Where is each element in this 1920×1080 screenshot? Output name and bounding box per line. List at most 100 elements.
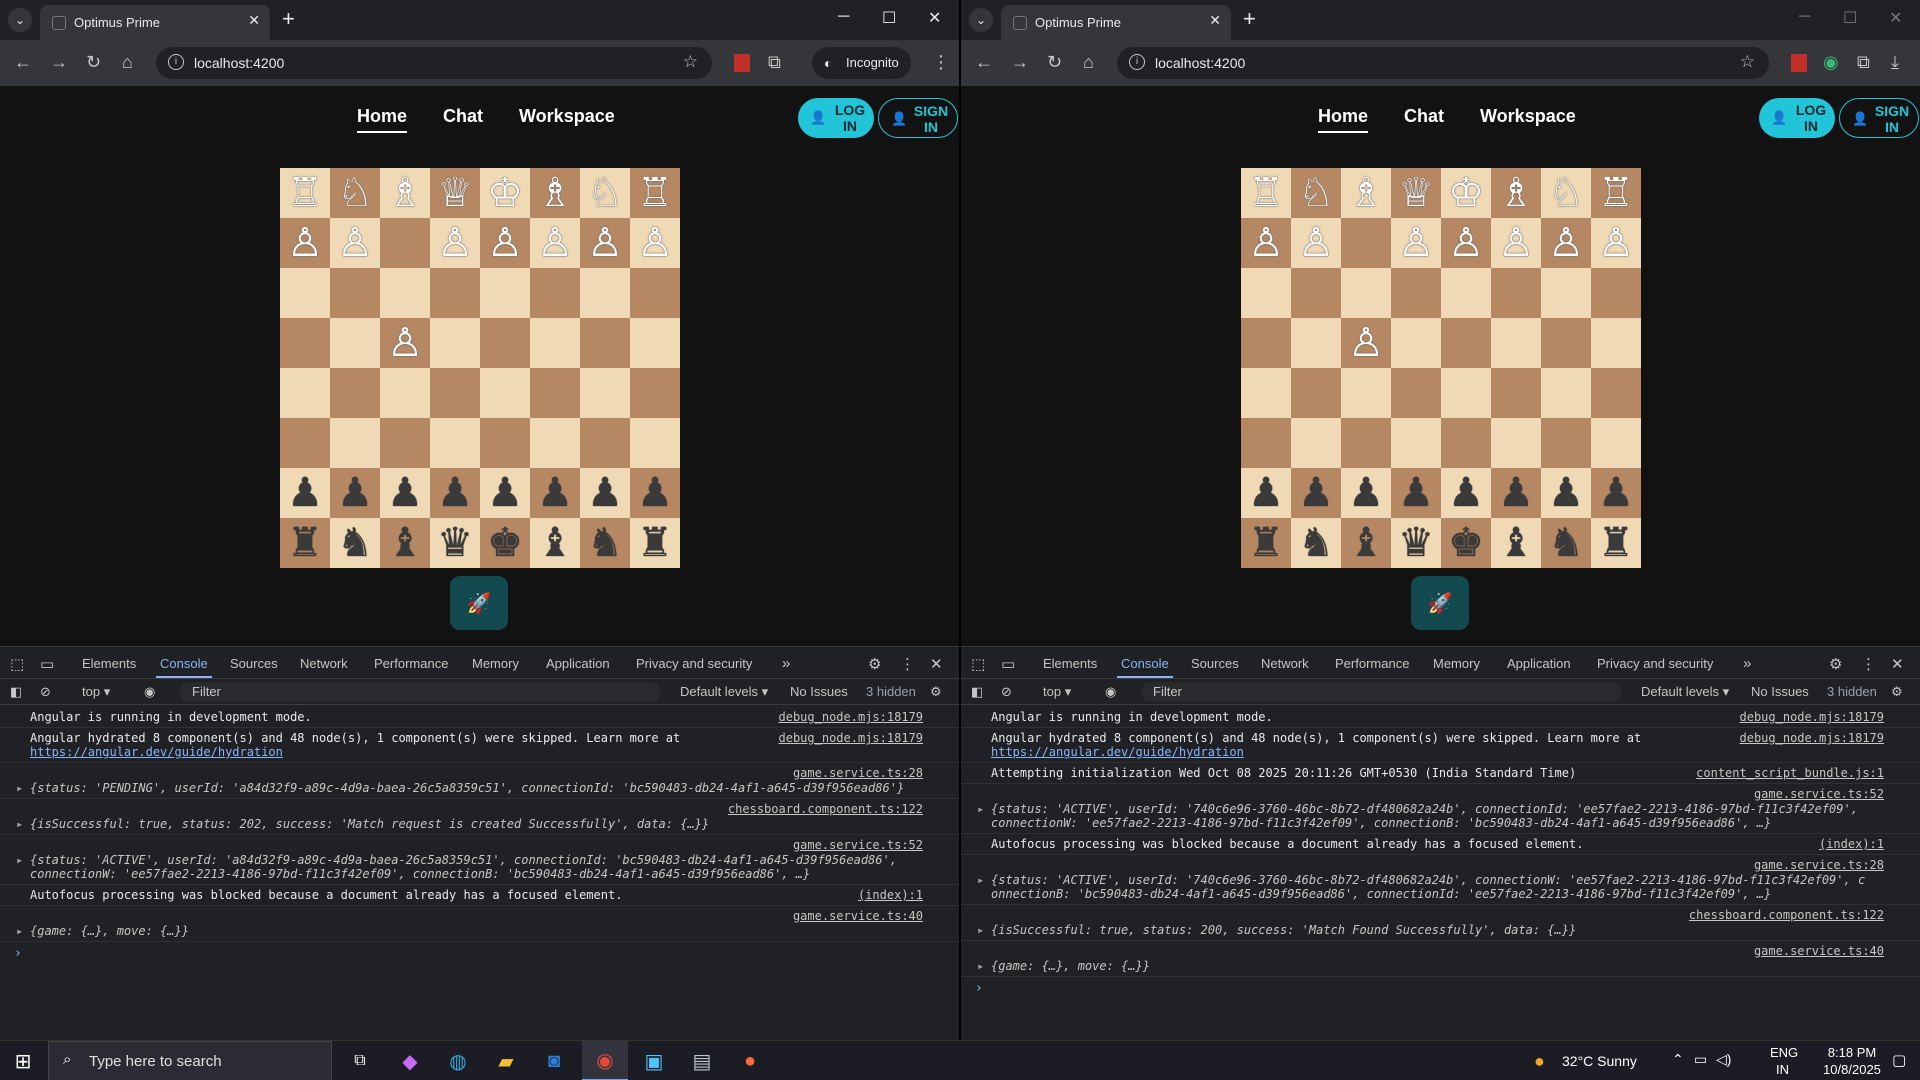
task-view-icon[interactable]: ⧉ <box>340 1041 380 1080</box>
taskbar-search[interactable]: ⌕ Type here to search <box>48 1041 332 1080</box>
board-square[interactable] <box>1491 268 1541 318</box>
clock-time[interactable]: 8:18 PM <box>1822 1045 1882 1060</box>
board-square[interactable] <box>1541 368 1591 418</box>
chessboard[interactable]: ♖ ♘ ♗ ♕ ♔ ♗ ♘ ♖ ♙ ♙ ♙ ♙ ♙ ♙ ♙ ♙ ♟ ♟ ♟ ♟ ♟ ♟ ♟ ♟ ♜ ♞ ♝ ♛ ♚ ♝ ♞ ♜ <box>1241 168 1641 568</box>
board-square[interactable]: ♖ <box>630 168 680 218</box>
white-pawn-piece[interactable]: ♙ <box>487 223 523 263</box>
hidden-icons-chevron-icon[interactable]: ⌃ <box>1672 1051 1684 1068</box>
white-king-piece[interactable]: ♔ <box>1448 173 1484 213</box>
board-square[interactable]: ♙ <box>1341 318 1391 368</box>
board-square[interactable] <box>330 268 380 318</box>
board-square[interactable] <box>530 318 580 368</box>
board-square[interactable] <box>1291 318 1341 368</box>
board-square[interactable] <box>1491 368 1541 418</box>
docs-link[interactable]: https://angular.dev/guide/hydration <box>991 745 1244 759</box>
black-pawn-piece[interactable]: ♟ <box>1348 473 1384 513</box>
board-square[interactable]: ♖ <box>1241 168 1291 218</box>
source-link[interactable]: debug_node.mjs:18179 <box>1740 731 1885 745</box>
sidebar-toggle-icon[interactable]: ◧ <box>10 684 22 700</box>
expand-caret-icon[interactable]: ▸ <box>16 781 23 795</box>
white-bishop-piece[interactable]: ♗ <box>387 173 423 213</box>
board-square[interactable] <box>580 418 630 468</box>
board-square[interactable] <box>630 368 680 418</box>
source-link[interactable]: game.service.ts:52 <box>1754 787 1884 801</box>
board-square[interactable] <box>1441 368 1491 418</box>
board-square[interactable]: ♘ <box>1291 168 1341 218</box>
console-message[interactable]: game.service.ts:52 ▸ {status: 'ACTIVE', us… <box>961 784 1920 834</box>
black-knight-piece[interactable]: ♞ <box>1298 523 1334 563</box>
board-square[interactable] <box>330 418 380 468</box>
board-square[interactable] <box>530 268 580 318</box>
board-square[interactable]: ♗ <box>1491 168 1541 218</box>
board-square[interactable] <box>580 318 630 368</box>
board-square[interactable]: ♟ <box>480 468 530 518</box>
board-square[interactable]: ♟ <box>330 468 380 518</box>
board-square[interactable] <box>1591 368 1641 418</box>
devtools-menu-icon[interactable]: ⋮ <box>1861 655 1876 673</box>
board-square[interactable] <box>1541 318 1591 368</box>
board-square[interactable] <box>430 418 480 468</box>
board-square[interactable]: ♝ <box>1341 518 1391 568</box>
source-link[interactable]: game.service.ts:28 <box>1754 858 1884 872</box>
board-square[interactable] <box>380 218 430 268</box>
black-bishop-piece[interactable]: ♝ <box>1348 523 1384 563</box>
clear-console-icon[interactable]: ⊘ <box>1001 684 1012 700</box>
close-devtools-icon[interactable]: ✕ <box>1891 655 1904 673</box>
inspect-element-icon[interactable]: ⬚ <box>10 655 24 673</box>
board-square[interactable]: ♘ <box>330 168 380 218</box>
tab-application[interactable]: Application <box>1507 656 1571 671</box>
board-square[interactable]: ♟ <box>380 468 430 518</box>
board-square[interactable] <box>430 268 480 318</box>
console-prompt[interactable]: › <box>961 977 1920 1000</box>
eye-icon[interactable]: ◉ <box>1105 684 1116 700</box>
black-bishop-piece[interactable]: ♝ <box>537 523 573 563</box>
white-pawn-piece[interactable]: ♙ <box>1448 223 1484 263</box>
minimize-button[interactable]: ─ <box>1799 8 1810 26</box>
board-square[interactable]: ♛ <box>1391 518 1441 568</box>
tab-performance[interactable]: Performance <box>374 656 448 671</box>
black-pawn-piece[interactable]: ♟ <box>1448 473 1484 513</box>
black-knight-piece[interactable]: ♞ <box>337 523 373 563</box>
board-square[interactable]: ♕ <box>1391 168 1441 218</box>
board-square[interactable]: ♙ <box>1591 218 1641 268</box>
extensions-puzzle-icon[interactable]: ⧉ <box>768 52 781 73</box>
white-knight-piece[interactable]: ♘ <box>587 173 623 213</box>
board-square[interactable] <box>1541 268 1591 318</box>
board-square[interactable]: ♙ <box>1391 218 1441 268</box>
back-icon[interactable]: ← <box>14 52 32 73</box>
board-square[interactable] <box>1391 368 1441 418</box>
browser-tab[interactable]: Optimus Prime ✕ <box>40 5 270 40</box>
device-toolbar-icon[interactable]: ▭ <box>1001 655 1015 673</box>
board-square[interactable]: ♙ <box>580 218 630 268</box>
board-square[interactable]: ♛ <box>430 518 480 568</box>
board-square[interactable] <box>480 268 530 318</box>
tab-network[interactable]: Network <box>1261 656 1309 671</box>
white-pawn-piece[interactable]: ♙ <box>1598 223 1634 263</box>
black-rook-piece[interactable]: ♜ <box>1598 523 1634 563</box>
board-square[interactable] <box>1291 268 1341 318</box>
black-bishop-piece[interactable]: ♝ <box>387 523 423 563</box>
white-pawn-piece[interactable]: ♙ <box>287 223 323 263</box>
board-square[interactable] <box>330 318 380 368</box>
white-rook-piece[interactable]: ♖ <box>637 173 673 213</box>
black-queen-piece[interactable]: ♛ <box>1398 523 1434 563</box>
inspect-element-icon[interactable]: ⬚ <box>971 655 985 673</box>
browser-tab[interactable]: Optimus Prime ✕ <box>1001 5 1231 40</box>
console-prompt[interactable]: › <box>0 942 959 965</box>
board-square[interactable] <box>530 418 580 468</box>
black-pawn-piece[interactable]: ♟ <box>1398 473 1434 513</box>
board-square[interactable] <box>1341 268 1391 318</box>
nav-home[interactable]: Home <box>1318 106 1369 133</box>
black-pawn-piece[interactable]: ♟ <box>537 473 573 513</box>
source-link[interactable]: game.service.ts:40 <box>793 909 923 923</box>
back-icon[interactable]: ← <box>975 52 993 73</box>
incognito-indicator[interactable]: ◐ Incognito <box>812 47 911 79</box>
issues-label[interactable]: No Issues <box>1751 684 1809 699</box>
board-square[interactable]: ♙ <box>330 218 380 268</box>
app-window-icon[interactable]: ▤ <box>682 1041 722 1080</box>
white-pawn-piece[interactable]: ♙ <box>1398 223 1434 263</box>
minimize-button[interactable]: ─ <box>838 8 849 26</box>
extension-red-icon[interactable] <box>1791 54 1807 72</box>
board-square[interactable] <box>380 368 430 418</box>
extensions-puzzle-icon[interactable]: ⧉ <box>1857 52 1870 73</box>
